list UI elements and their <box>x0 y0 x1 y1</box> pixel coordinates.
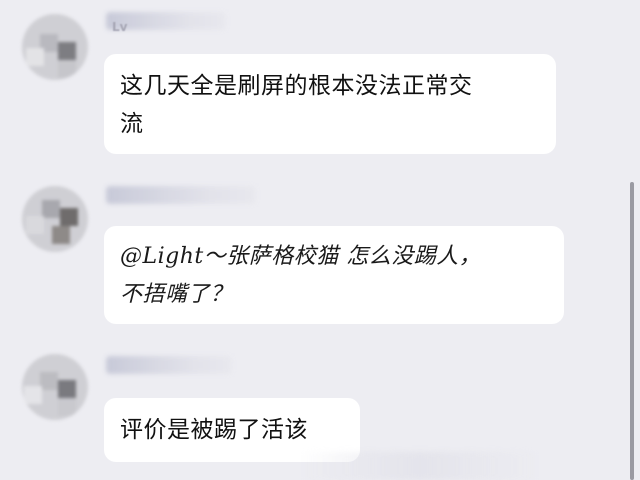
avatar[interactable] <box>22 14 88 80</box>
sender-name-blurred <box>106 186 256 204</box>
chat-window: Lv 这几天全是刷屏的根本没法正常交 流 @Light～张萨格校猫 怎么没踢人，… <box>0 0 640 480</box>
avatar[interactable] <box>22 354 88 420</box>
sender-name-blurred <box>106 356 232 374</box>
message-text: 评价是被踢了活该 <box>120 417 308 443</box>
message-text: 这几天全是刷屏的根本没法正常交 流 <box>120 73 473 137</box>
sender-level-tag: Lv <box>112 20 128 34</box>
message-text: @Light～张萨格校猫 怎么没踢人， 不捂嘴了？ <box>120 244 482 307</box>
avatar[interactable] <box>22 186 88 252</box>
message-bubble[interactable]: 这几天全是刷屏的根本没法正常交 流 <box>104 54 556 154</box>
message-bubble[interactable]: @Light～张萨格校猫 怎么没踢人， 不捂嘴了？ <box>104 226 564 324</box>
blurred-overlay <box>300 452 540 480</box>
scrollbar[interactable] <box>630 182 634 480</box>
